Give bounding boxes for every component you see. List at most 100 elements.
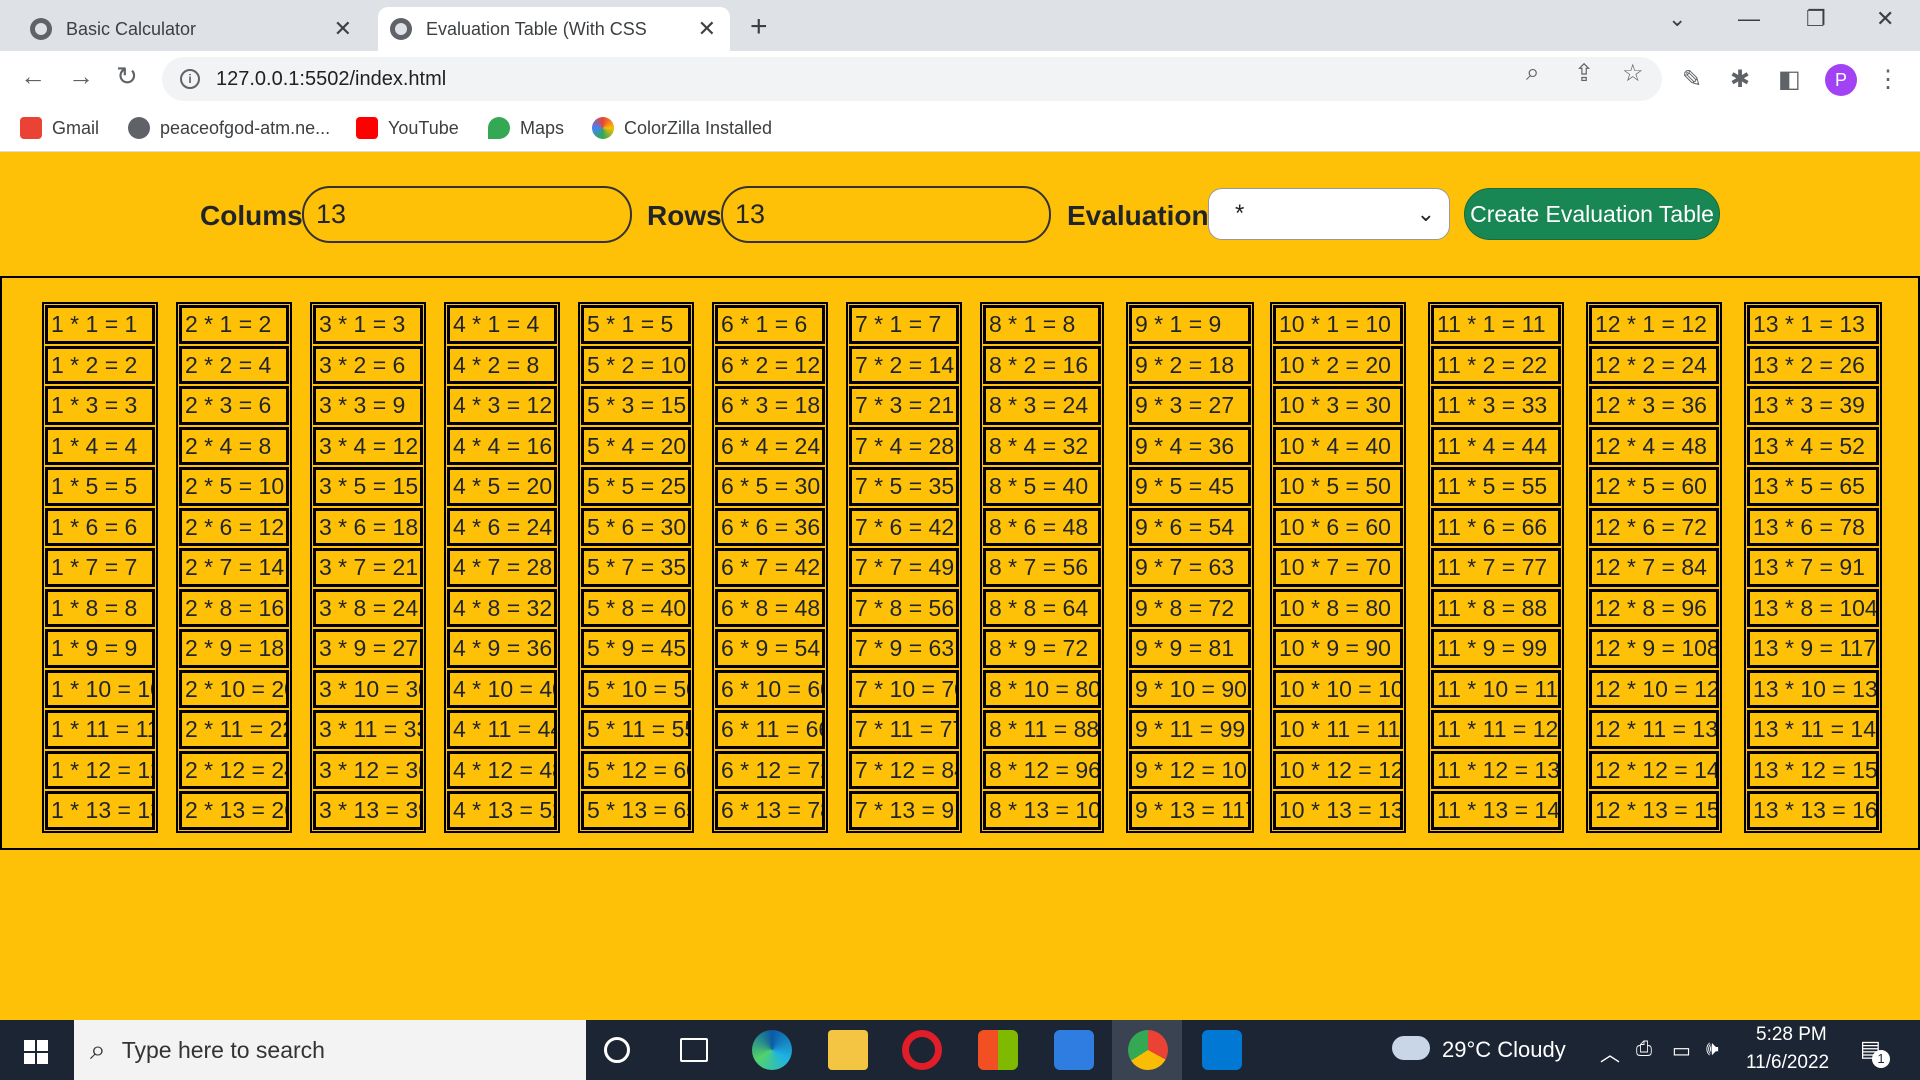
restore-button[interactable]: ❐ [1806, 6, 1826, 32]
bookmark-colorzilla[interactable]: ColorZilla Installed [592, 117, 772, 139]
file-explorer-icon[interactable] [828, 1030, 868, 1070]
search-icon: ⌕ [90, 1033, 106, 1065]
table-cell: 8 * 1 = 8 [983, 305, 1101, 344]
table-cell: 3 * 5 = 15 [313, 467, 423, 506]
clock-date[interactable]: 11/6/2022 [1746, 1052, 1829, 1074]
table-cell: 11 * 12 = 132 [1431, 750, 1561, 789]
table-cell: 2 * 7 = 14 [179, 548, 289, 587]
table-cell: 11 * 6 = 66 [1431, 507, 1561, 546]
volume-icon[interactable]: 🕪 [1706, 1038, 1719, 1061]
close-tab-icon[interactable]: ✕ [334, 16, 352, 42]
table-cell: 11 * 3 = 33 [1431, 386, 1561, 425]
bookmark-star-icon[interactable]: ☆ [1622, 59, 1644, 88]
task-view-icon[interactable] [680, 1038, 708, 1062]
windows-start-icon[interactable] [24, 1040, 48, 1064]
table-cell: 3 * 4 = 12 [313, 426, 423, 465]
table-cell: 1 * 12 = 12 [45, 750, 155, 789]
table-cell: 8 * 8 = 64 [983, 588, 1101, 627]
clock-time[interactable]: 5:28 PM [1756, 1024, 1827, 1046]
table-cell: 7 * 5 = 35 [849, 467, 959, 506]
rows-input[interactable] [721, 186, 1051, 243]
bookmark-gmail[interactable]: Gmail [20, 117, 99, 139]
taskbar-search[interactable]: ⌕ Type here to search [74, 1020, 586, 1080]
table-cell: 12 * 10 = 120 [1589, 669, 1719, 708]
table-cell: 3 * 6 = 18 [313, 507, 423, 546]
tab-evaluation-table[interactable]: Evaluation Table (With CSS ✕ [378, 7, 730, 51]
bookmark-youtube[interactable]: YouTube [356, 117, 459, 139]
table-cell: 7 * 13 = 91 [849, 791, 959, 830]
table-cell: 9 * 8 = 72 [1129, 588, 1251, 627]
table-cell: 8 * 3 = 24 [983, 386, 1101, 425]
table-cell: 11 * 7 = 77 [1431, 548, 1561, 587]
table-cell: 9 * 3 = 27 [1129, 386, 1251, 425]
evaluation-selected-value: * [1235, 200, 1245, 227]
new-tab-button[interactable]: + [750, 10, 768, 44]
bookmark-label: YouTube [388, 117, 459, 138]
bookmark-maps[interactable]: Maps [488, 117, 564, 139]
close-tab-icon[interactable]: ✕ [698, 16, 716, 42]
table-cell: 10 * 5 = 50 [1273, 467, 1403, 506]
table-cell: 12 * 4 = 48 [1589, 426, 1719, 465]
reload-icon[interactable]: ↻ [116, 61, 138, 92]
battery-icon[interactable]: ▭ [1672, 1038, 1691, 1063]
forward-icon[interactable]: → [68, 61, 94, 92]
table-column-2: 2 * 1 = 22 * 2 = 42 * 3 = 62 * 4 = 82 * … [176, 302, 292, 833]
share-icon[interactable]: ⇪ [1574, 59, 1594, 88]
table-cell: 7 * 8 = 56 [849, 588, 959, 627]
table-column-5: 5 * 1 = 55 * 2 = 10 5 * 3 = 15 5 * 4 = 20 5… [578, 302, 694, 833]
create-table-button[interactable]: Create Evaluation Table [1464, 188, 1720, 240]
table-cell: 6 * 1 = 6 [715, 305, 825, 344]
table-cell: 13 * 2 = 26 [1747, 345, 1879, 384]
taskbar-search-placeholder: Type here to search [121, 1036, 325, 1063]
table-cell: 1 * 10 = 10 [45, 669, 155, 708]
chevron-up-icon[interactable]: ︿ [1600, 1038, 1620, 1067]
chevron-down-icon: ⌄ [1416, 201, 1435, 226]
table-cell: 13 * 13 = 169 [1747, 791, 1879, 830]
weather-cloud-icon [1392, 1036, 1430, 1060]
weather-text[interactable]: 29°C Cloudy [1442, 1037, 1566, 1063]
close-window-button[interactable]: ✕ [1876, 6, 1894, 32]
side-panel-icon[interactable]: ◧ [1778, 65, 1801, 94]
address-bar[interactable]: i 127.0.0.1:5502/index.html [162, 57, 1662, 101]
evaluation-select[interactable]: * ⌄ [1208, 188, 1450, 240]
mail-icon[interactable] [1054, 1030, 1094, 1070]
table-cell: 13 * 6 = 78 [1747, 507, 1879, 546]
table-cell: 5 * 7 = 35 [581, 548, 691, 587]
table-cell: 12 * 1 = 12 [1589, 305, 1719, 344]
site-info-icon[interactable]: i [180, 69, 200, 89]
vscode-icon[interactable] [1202, 1030, 1242, 1070]
table-cell: 1 * 8 = 8 [45, 588, 155, 627]
table-cell: 3 * 10 = 30 [313, 669, 423, 708]
table-cell: 12 * 2 = 24 [1589, 345, 1719, 384]
table-cell: 12 * 8 = 96 [1589, 588, 1719, 627]
meet-now-icon[interactable]: ⎙ [1636, 1038, 1652, 1061]
table-cell: 6 * 6 = 36 [715, 507, 825, 546]
edge-icon[interactable] [752, 1030, 792, 1070]
store-icon[interactable] [978, 1030, 1018, 1070]
table-cell: 4 * 10 = 40 [447, 669, 557, 708]
table-cell: 2 * 6 = 12 [179, 507, 289, 546]
columns-input[interactable] [302, 186, 632, 243]
profile-avatar[interactable]: P [1825, 64, 1857, 96]
table-cell: 9 * 1 = 9 [1129, 305, 1251, 344]
table-cell: 5 * 1 = 5 [581, 305, 691, 344]
minimize-button[interactable]: — [1738, 6, 1760, 32]
table-cell: 11 * 9 = 99 [1431, 629, 1561, 668]
table-column-12: 12 * 1 = 12 12 * 2 = 24 12 * 3 = 36 12 * 4 … [1586, 302, 1722, 833]
table-column-7: 7 * 1 = 77 * 2 = 14 7 * 3 = 21 7 * 4 = 28 7… [846, 302, 962, 833]
tab-basic-calculator[interactable]: Basic Calculator ✕ [30, 7, 366, 51]
table-cell: 13 * 12 = 156 [1747, 750, 1879, 789]
tab-search-icon[interactable]: ⌄ [1668, 6, 1686, 32]
cortana-icon[interactable] [604, 1037, 630, 1063]
eyedropper-icon[interactable]: ✎ [1682, 65, 1702, 94]
menu-icon[interactable]: ⋮ [1876, 65, 1900, 94]
opera-icon[interactable] [902, 1030, 942, 1070]
table-cell: 10 * 3 = 30 [1273, 386, 1403, 425]
table-cell: 1 * 7 = 7 [45, 548, 155, 587]
bookmark-peaceofgod[interactable]: peaceofgod-atm.ne... [128, 117, 330, 139]
table-cell: 10 * 10 = 100 [1273, 669, 1403, 708]
extensions-icon[interactable]: ✱ [1730, 65, 1750, 94]
zoom-icon[interactable]: ⌕ [1526, 59, 1539, 87]
chrome-icon[interactable] [1128, 1030, 1168, 1070]
back-icon[interactable]: ← [20, 61, 46, 92]
